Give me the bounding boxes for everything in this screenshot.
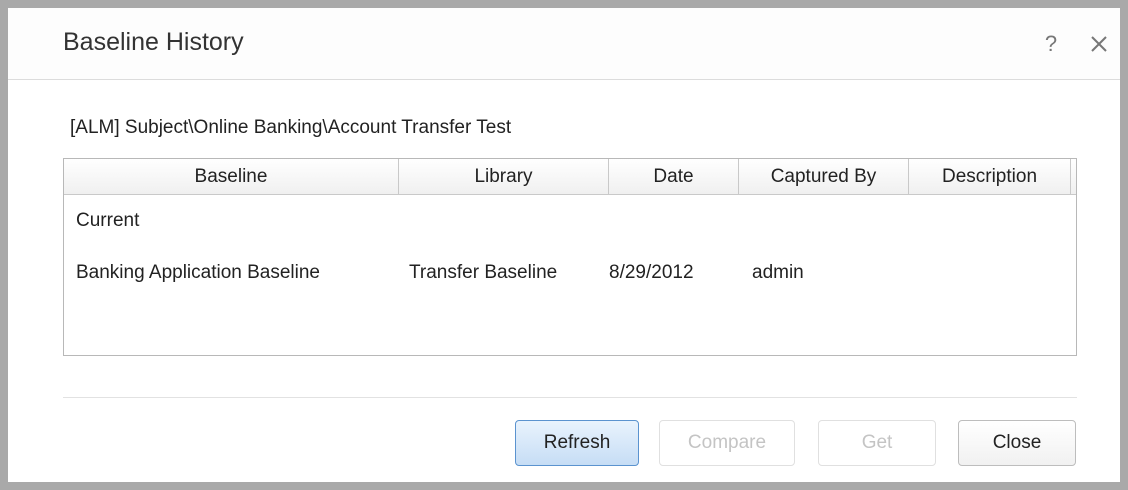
column-header-captured-by[interactable]: Captured By — [739, 159, 909, 194]
baseline-grid: Baseline Library Date Captured By Descri… — [63, 158, 1077, 356]
column-header-date[interactable]: Date — [609, 159, 739, 194]
footer-divider — [63, 397, 1077, 398]
compare-button[interactable]: Compare — [659, 420, 795, 466]
column-header-baseline[interactable]: Baseline — [64, 159, 399, 194]
column-header-library[interactable]: Library — [399, 159, 609, 194]
cell-library: Transfer Baseline — [409, 262, 558, 283]
table-row[interactable]: Current — [64, 205, 1076, 237]
close-button[interactable]: Close — [958, 420, 1076, 466]
grid-header: Baseline Library Date Captured By Descri… — [64, 159, 1076, 195]
cell-baseline: Current — [76, 210, 140, 231]
cell-baseline: Banking Application Baseline — [76, 262, 321, 283]
cell-captured-by: admin — [752, 262, 804, 283]
refresh-button[interactable]: Refresh — [515, 420, 639, 466]
baseline-history-dialog: Baseline History ? [ALM] Subject\Online … — [8, 8, 1120, 482]
entity-path: [ALM] Subject\Online Banking\Account Tra… — [70, 117, 512, 138]
help-icon[interactable]: ? — [1040, 31, 1062, 57]
cell-date: 8/29/2012 — [609, 262, 694, 283]
get-button[interactable]: Get — [818, 420, 936, 466]
table-row[interactable]: Banking Application Baseline Transfer Ba… — [64, 257, 1076, 289]
dialog-titlebar: Baseline History ? — [8, 8, 1120, 80]
close-icon[interactable] — [1086, 31, 1112, 57]
dialog-title: Baseline History — [63, 28, 244, 56]
column-header-description[interactable]: Description — [909, 159, 1071, 194]
